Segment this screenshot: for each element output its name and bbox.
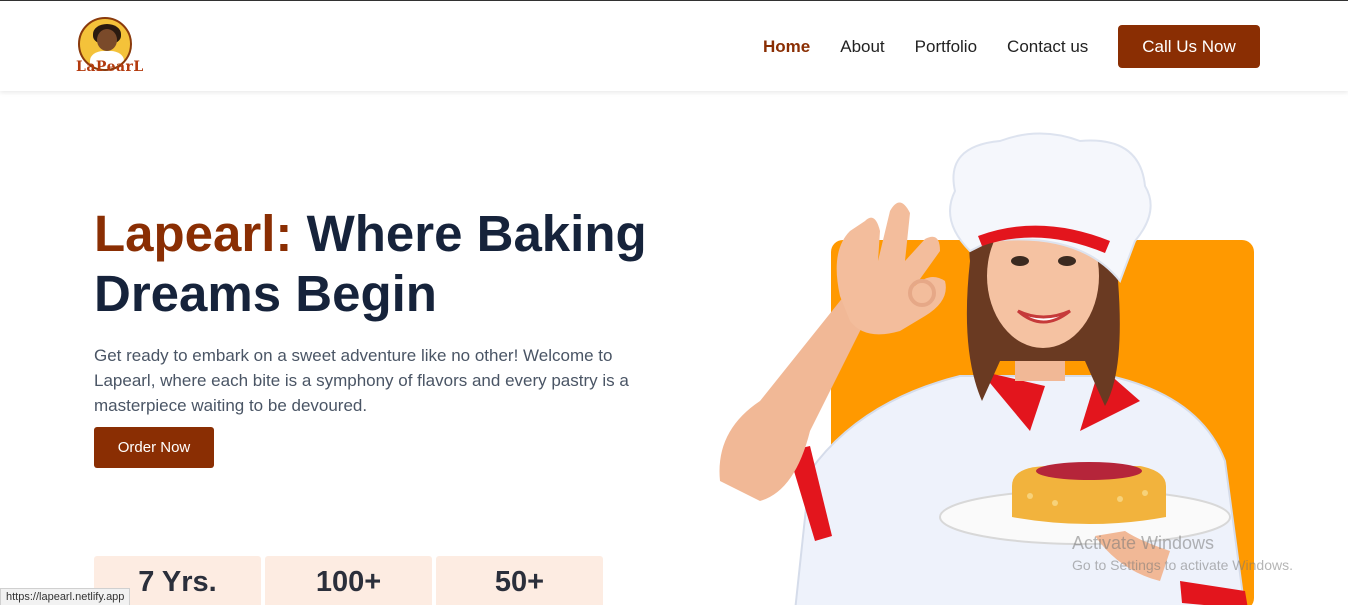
hero-title: Lapearl: Where Baking Dreams Begin xyxy=(94,204,694,324)
nav-links: Home About Portfolio Contact us xyxy=(763,37,1118,57)
windows-activation-watermark: Activate Windows Go to Settings to activ… xyxy=(1072,533,1293,573)
status-bar-url: https://lapearl.netlify.app xyxy=(0,588,131,605)
stats-row: 7 Yrs. 100+ 50+ xyxy=(94,556,603,605)
hero-description: Get ready to embark on a sweet adventure… xyxy=(94,346,629,415)
stat-products: 50+ xyxy=(436,556,603,605)
nav-link-contact[interactable]: Contact us xyxy=(1007,37,1088,57)
navbar: LaPearL Home About Portfolio Contact us … xyxy=(0,1,1348,91)
baker-logo-icon[interactable]: LaPearL xyxy=(74,15,144,79)
call-us-button[interactable]: Call Us Now xyxy=(1118,25,1260,68)
hero-title-brand: Lapearl: xyxy=(94,205,293,262)
watermark-line2: Go to Settings to activate Windows. xyxy=(1072,557,1293,573)
stat-customers: 100+ xyxy=(265,556,432,605)
watermark-line1: Activate Windows xyxy=(1072,533,1215,553)
order-now-button[interactable]: Order Now xyxy=(94,427,214,468)
nav-link-home[interactable]: Home xyxy=(763,37,810,57)
logo-text: LaPearL xyxy=(76,59,144,75)
nav-link-portfolio[interactable]: Portfolio xyxy=(915,37,977,57)
nav-link-about[interactable]: About xyxy=(840,37,884,57)
